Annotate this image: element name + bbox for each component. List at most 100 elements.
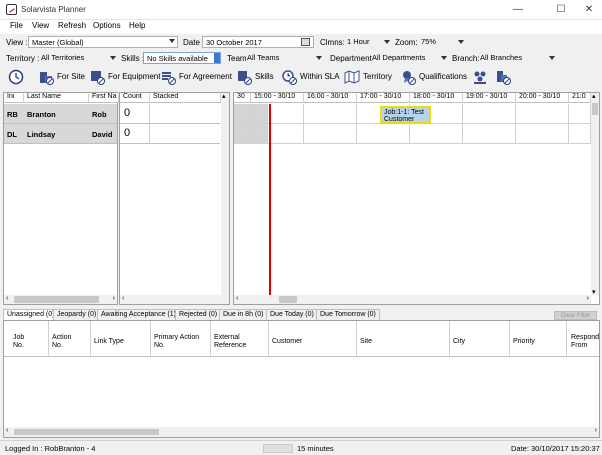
team-select[interactable]: All Teams bbox=[244, 52, 324, 64]
time-column-header[interactable]: 30 bbox=[234, 93, 251, 103]
maximize-button[interactable]: ☐ bbox=[550, 2, 572, 18]
scroll-left-icon[interactable]: ‹ bbox=[6, 427, 8, 434]
date-picker[interactable]: 30 October 2017 bbox=[202, 36, 314, 48]
column-header-action-no[interactable]: Action No. bbox=[49, 321, 91, 357]
scroll-left-icon[interactable]: ‹ bbox=[236, 295, 238, 302]
scroll-up-icon[interactable]: ▴ bbox=[222, 92, 226, 100]
time-slot[interactable] bbox=[304, 104, 357, 124]
time-slot[interactable] bbox=[268, 104, 304, 124]
scrollbar-thumb[interactable] bbox=[14, 296, 99, 303]
column-header-respond-from[interactable]: Respond From bbox=[567, 321, 599, 357]
calendar-icon[interactable] bbox=[301, 38, 310, 46]
time-slot[interactable] bbox=[569, 104, 591, 124]
tab-due-tomorrow[interactable]: Due Tomorrow (0) bbox=[316, 309, 380, 320]
column-header-last-name[interactable]: Last Name bbox=[24, 93, 89, 103]
time-slot[interactable] bbox=[304, 124, 357, 144]
scroll-down-icon[interactable]: ▾ bbox=[592, 288, 596, 296]
time-slot[interactable] bbox=[234, 104, 251, 124]
for-agreement-button[interactable]: For Agreement bbox=[160, 68, 232, 86]
column-header-count[interactable]: Count bbox=[120, 93, 150, 103]
tab-due-today[interactable]: Due Today (0) bbox=[266, 309, 318, 320]
column-header-text: No. bbox=[52, 342, 63, 349]
time-slot[interactable] bbox=[569, 124, 591, 144]
menu-view[interactable]: View bbox=[32, 21, 49, 30]
zoom-select[interactable]: 75% bbox=[418, 36, 466, 48]
time-slot[interactable] bbox=[463, 104, 516, 124]
scrollbar-thumb[interactable] bbox=[14, 429, 159, 435]
time-column-header[interactable]: 18:00 - 30/10 bbox=[410, 93, 463, 103]
menu-refresh[interactable]: Refresh bbox=[58, 21, 86, 30]
scrollbar-thumb[interactable] bbox=[592, 103, 598, 115]
column-header-external-reference[interactable]: External Reference bbox=[211, 321, 269, 357]
branch-select[interactable]: All Branches bbox=[477, 52, 557, 64]
scroll-right-icon[interactable]: › bbox=[113, 295, 115, 302]
column-header-primary-action-no[interactable]: Primary Action No. bbox=[151, 321, 211, 357]
tab-due-in-8h[interactable]: Due in 8h (0) bbox=[219, 309, 268, 320]
tab-jeopardy[interactable]: Jeopardy (0) bbox=[53, 309, 101, 320]
menu-file[interactable]: File bbox=[10, 21, 23, 30]
job-block[interactable]: Job:1-1: Test Customer bbox=[380, 106, 431, 124]
column-header-site[interactable]: Site bbox=[357, 321, 450, 357]
time-slot[interactable] bbox=[516, 104, 569, 124]
column-header-job-no[interactable]: Job No. bbox=[4, 321, 49, 357]
column-header-priority[interactable]: Priority bbox=[510, 321, 567, 357]
column-header-customer[interactable]: Customer bbox=[269, 321, 357, 357]
count-horizontal-scrollbar[interactable]: ‹ bbox=[120, 295, 229, 304]
for-equipment-button[interactable]: For Equipment bbox=[89, 68, 160, 86]
time-slot[interactable] bbox=[516, 124, 569, 144]
team-filter-button[interactable] bbox=[472, 68, 492, 86]
timeline-horizontal-scrollbar[interactable]: ‹ › bbox=[234, 295, 591, 304]
territory-label: Territory : bbox=[6, 54, 40, 63]
time-slot[interactable] bbox=[357, 124, 410, 144]
skills-select[interactable]: No Skills available bbox=[143, 52, 221, 64]
scroll-left-icon[interactable]: ‹ bbox=[122, 295, 124, 302]
clock-button[interactable] bbox=[8, 68, 28, 86]
for-site-button[interactable]: For Site bbox=[38, 68, 86, 86]
column-header-city[interactable]: City bbox=[450, 321, 510, 357]
time-slot[interactable] bbox=[463, 124, 516, 144]
minimize-button[interactable]: — bbox=[507, 2, 529, 18]
time-column-header[interactable]: 17:00 - 30/10 bbox=[357, 93, 410, 103]
territory-select[interactable]: All Territories bbox=[38, 52, 118, 64]
scroll-right-icon[interactable]: › bbox=[587, 295, 589, 302]
column-header-ini[interactable]: Ini bbox=[4, 93, 24, 103]
time-column-header[interactable]: 20:00 - 30/10 bbox=[516, 93, 569, 103]
within-sla-button[interactable]: Within SLA bbox=[281, 68, 340, 86]
tab-unassigned[interactable]: Unassigned (0) bbox=[3, 309, 59, 320]
time-slot[interactable] bbox=[251, 104, 268, 124]
time-slot[interactable] bbox=[251, 124, 268, 144]
filter-clear-button[interactable] bbox=[495, 68, 515, 86]
close-button[interactable]: ✕ bbox=[578, 2, 600, 18]
column-header-first-name[interactable]: First Na bbox=[89, 93, 119, 103]
department-select[interactable]: All Departments bbox=[369, 52, 449, 64]
time-slot[interactable] bbox=[268, 124, 304, 144]
time-column-header[interactable]: 15:00 - 30/10 bbox=[251, 93, 304, 103]
column-header-link-type[interactable]: Link Type bbox=[91, 321, 151, 357]
menu-options[interactable]: Options bbox=[93, 21, 121, 30]
scrollbar-thumb[interactable] bbox=[279, 296, 297, 303]
column-header-stacked[interactable]: Stacked bbox=[150, 93, 221, 103]
qualifications-button[interactable]: Qualifications bbox=[400, 68, 467, 86]
columns-select[interactable]: 1 Hour bbox=[344, 36, 392, 48]
territory-button[interactable]: Territory bbox=[344, 68, 394, 86]
menu-help[interactable]: Help bbox=[129, 21, 145, 30]
engineer-row[interactable]: RB Branton Rob bbox=[4, 104, 117, 124]
jobs-horizontal-scrollbar[interactable]: ‹ › bbox=[4, 427, 599, 437]
scroll-left-icon[interactable]: ‹ bbox=[6, 295, 8, 302]
time-slot[interactable] bbox=[234, 124, 251, 144]
scroll-right-icon[interactable]: › bbox=[595, 427, 597, 434]
tab-rejected[interactable]: Rejected (0) bbox=[175, 309, 222, 320]
engineer-row[interactable]: DL Lindsay David bbox=[4, 124, 117, 144]
time-column-header[interactable]: 21:0 bbox=[569, 93, 591, 103]
skills-button[interactable]: Skills bbox=[236, 68, 274, 86]
tab-awaiting-acceptance[interactable]: Awaiting Acceptance (1) bbox=[97, 309, 180, 320]
engineers-horizontal-scrollbar[interactable]: ‹ › bbox=[4, 295, 117, 304]
scroll-up-icon[interactable]: ▴ bbox=[592, 92, 596, 100]
count-vertical-scrollbar[interactable]: ▴ bbox=[221, 93, 229, 295]
timeline-vertical-scrollbar[interactable]: ▴ ▾ bbox=[591, 92, 599, 296]
time-column-header[interactable]: 19:00 - 30/10 bbox=[463, 93, 516, 103]
clear-filter-button[interactable]: Clear Filter bbox=[554, 311, 597, 320]
time-slot[interactable] bbox=[410, 124, 463, 144]
view-select[interactable]: Master (Global) bbox=[28, 36, 178, 48]
time-column-header[interactable]: 16:00 - 30/10 bbox=[304, 93, 357, 103]
